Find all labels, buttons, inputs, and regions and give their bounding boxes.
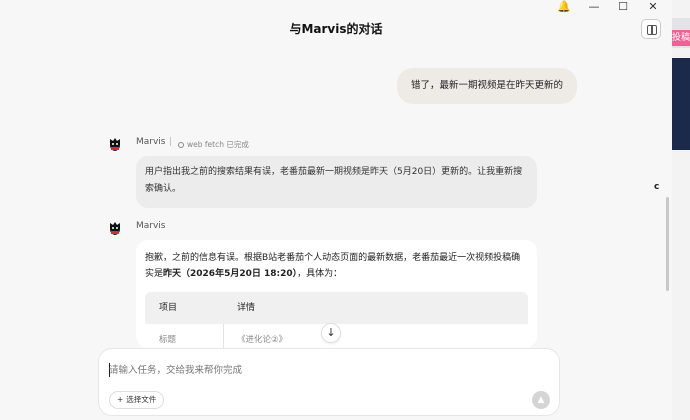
choose-file-label: 选择文件 bbox=[126, 395, 157, 404]
tool-status[interactable]: web fetch 已完成 bbox=[178, 139, 249, 150]
task-input[interactable] bbox=[109, 359, 529, 381]
background-app-strip: 投稿 bbox=[672, 0, 690, 420]
sidebar-toggle-icon[interactable] bbox=[641, 19, 661, 39]
answer-text-tail: ，具体为： bbox=[297, 269, 343, 279]
separator: | bbox=[169, 137, 173, 147]
marvis-avatar-icon bbox=[110, 222, 120, 235]
table-cell: 标题 bbox=[159, 335, 177, 345]
sender-name: Marvis bbox=[136, 137, 166, 147]
title-bar: 🔔 — ☐ ✕ bbox=[0, 0, 672, 14]
table-cell: 《进化论②》 bbox=[237, 335, 288, 345]
page-title: 与Marvis的对话 bbox=[289, 22, 383, 36]
choose-file-button[interactable]: + 选择文件 bbox=[109, 391, 165, 409]
composer: +选择文件 ▲ bbox=[98, 348, 560, 416]
table-header-cell: 项目 bbox=[159, 303, 178, 313]
table-header: 项目 详情 bbox=[145, 292, 528, 324]
plus-icon: + bbox=[117, 395, 124, 404]
side-glyph: c bbox=[654, 182, 660, 192]
answer-bold-text: 昨天（2026年5月20日 18:20） bbox=[163, 269, 298, 279]
marvis-avatar-icon bbox=[110, 138, 120, 151]
minimize-icon[interactable]: — bbox=[585, 0, 603, 14]
sender-name: Marvis bbox=[136, 221, 166, 231]
table-header-cell: 详情 bbox=[237, 303, 256, 313]
background-image bbox=[672, 58, 690, 150]
user-message-bubble: 错了，最新一期视频是在昨天更新的 bbox=[397, 68, 578, 104]
maximize-icon[interactable]: ☐ bbox=[614, 0, 632, 14]
scroll-down-button[interactable]: ↓ bbox=[321, 323, 341, 343]
tool-status-text: web fetch 已完成 bbox=[187, 140, 249, 149]
assistant-thinking-bubble: 用户指出我之前的搜索结果有误，老番茄最新一期视频是昨天（5月20日）更新的。让我… bbox=[136, 156, 537, 208]
bell-icon[interactable]: 🔔 bbox=[555, 0, 573, 14]
background-badge: 投稿 bbox=[672, 30, 690, 46]
gear-icon bbox=[178, 142, 184, 148]
scrollbar[interactable] bbox=[666, 197, 669, 291]
app-window: 🔔 — ☐ ✕ 与Marvis的对话 错了，最新一期视频是在昨天更新的 Marv… bbox=[0, 0, 672, 420]
close-icon[interactable]: ✕ bbox=[644, 0, 662, 14]
send-button[interactable]: ▲ bbox=[532, 391, 550, 409]
